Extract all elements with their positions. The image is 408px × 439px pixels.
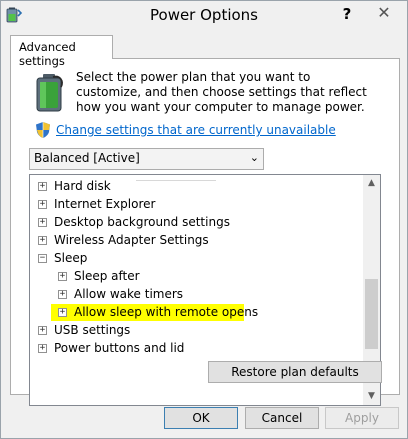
expand-icon[interactable]: + [38,326,47,335]
tree-item-label: Power buttons and lid [54,341,185,355]
tree-item-desktop-background[interactable]: + Desktop background settings [30,214,363,232]
tree-item-label: Hard disk [54,179,111,193]
restore-plan-defaults-button[interactable]: Restore plan defaults [208,361,382,383]
expand-icon[interactable]: + [58,272,67,281]
tree-item-allow-wake-timers[interactable]: + Allow wake timers [30,286,363,304]
change-settings-link[interactable]: Change settings that are currently unava… [56,123,336,137]
tab-advanced-settings[interactable]: Advanced settings [10,35,113,68]
scroll-down-icon[interactable]: ▼ [363,388,380,405]
title-bar[interactable]: Power Options ? ✕ [1,1,407,31]
chevron-down-icon: ⌄ [249,151,259,164]
tree-item-allow-sleep-remote-opens[interactable]: + Allow sleep with remote opens [30,304,363,322]
close-button[interactable]: ✕ [363,2,405,24]
tree-item-hard-disk[interactable]: + Hard disk [30,178,363,196]
tree-item-power-buttons-lid[interactable]: + Power buttons and lid [30,340,363,358]
tree-item-label: Wireless Adapter Settings [54,233,209,247]
scrollbar-thumb[interactable] [365,279,378,349]
advanced-settings-panel: Select the power plan that you want to c… [10,58,400,406]
tree-item-label: Sleep after [74,269,140,283]
expand-icon[interactable]: + [38,236,47,245]
settings-tree-rows: + Hard disk + Internet Explorer + Desktop b… [30,178,363,358]
power-plan-value: Balanced [Active] [34,151,140,165]
scroll-up-icon[interactable]: ▲ [363,175,380,192]
expand-icon[interactable]: + [38,218,47,227]
collapse-icon[interactable]: − [38,254,47,263]
tree-item-label: Sleep [54,251,88,265]
power-options-window: Power Options ? ✕ Advanced settings Sele… [0,0,408,439]
expand-icon[interactable]: + [38,200,47,209]
tree-item-sleep[interactable]: − Sleep [30,250,363,268]
tree-item-label: Allow wake timers [74,287,184,301]
tree-item-label: Desktop background settings [54,215,230,229]
expand-icon[interactable]: + [58,308,67,317]
tree-item-usb-settings[interactable]: + USB settings [30,322,363,340]
tree-item-label: Allow sleep with remote opens [74,305,259,319]
expand-icon[interactable]: + [38,182,47,191]
ok-button[interactable]: OK [164,407,238,429]
tree-item-label: USB settings [54,323,131,337]
apply-button[interactable]: Apply [325,407,399,429]
cancel-button[interactable]: Cancel [245,407,319,429]
tree-item-internet-explorer[interactable]: + Internet Explorer [30,196,363,214]
battery-icon [36,74,63,112]
intro-description: Select the power plan that you want to c… [76,70,367,114]
tree-item-sleep-after[interactable]: + Sleep after [30,268,363,286]
uac-shield-icon [36,122,50,138]
tree-item-wireless-adapter[interactable]: + Wireless Adapter Settings [30,232,363,250]
tree-stub-divider [136,178,216,181]
expand-icon[interactable]: + [58,290,67,299]
expand-icon[interactable]: + [38,344,47,353]
power-plan-dropdown[interactable]: Balanced [Active] ⌄ [29,148,264,170]
help-button[interactable]: ? [334,3,360,25]
tree-item-label: Internet Explorer [54,197,156,211]
